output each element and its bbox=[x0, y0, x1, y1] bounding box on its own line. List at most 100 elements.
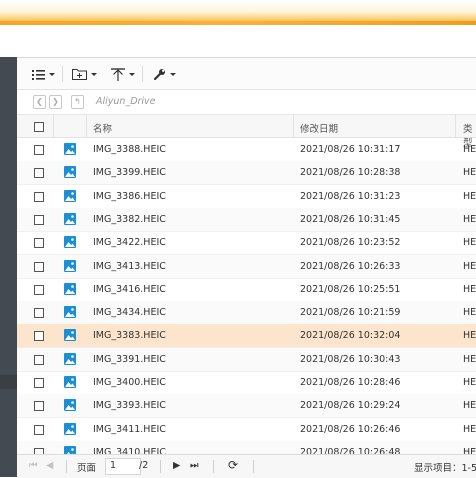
table-row[interactable]: IMG_3399.HEIC 2021/08/26 10:28:38 HEIC bbox=[17, 161, 476, 186]
file-list: 名称 修改日期 类型 IMG_3388.HEIC 2021/08/26 10:31… bbox=[17, 115, 476, 454]
new-folder-icon bbox=[72, 69, 87, 80]
chevron-right-icon: ❯ bbox=[52, 97, 59, 106]
row-checkbox[interactable] bbox=[34, 191, 44, 202]
file-name: IMG_3391.HEIC bbox=[93, 353, 166, 365]
image-file-icon bbox=[64, 306, 76, 319]
table-row[interactable]: IMG_3383.HEIC 2021/08/26 10:32:04 HEIC bbox=[17, 324, 476, 349]
file-modified-date: 2021/08/26 10:26:33 bbox=[300, 260, 401, 272]
file-name: IMG_3399.HEIC bbox=[93, 167, 166, 179]
file-name: IMG_3388.HEIC bbox=[93, 144, 166, 155]
path-bar: ❮ ❯ ↰ Aliyun_Drive bbox=[17, 90, 476, 115]
column-divider bbox=[86, 115, 87, 137]
file-name: IMG_3410.HEIC bbox=[93, 446, 166, 454]
current-path: Aliyun_Drive bbox=[96, 96, 156, 107]
row-checkbox[interactable] bbox=[34, 354, 44, 365]
accent-bar bbox=[0, 21, 476, 25]
file-type: HEIC bbox=[463, 330, 476, 342]
image-file-icon bbox=[64, 445, 76, 454]
column-header-modified[interactable]: 修改日期 bbox=[300, 121, 338, 135]
chevron-down-icon bbox=[170, 72, 176, 76]
table-row[interactable]: IMG_3413.HEIC 2021/08/26 10:26:33 HEIC bbox=[17, 254, 476, 279]
file-type: HEIC bbox=[463, 307, 476, 319]
status-divider bbox=[160, 460, 161, 473]
row-checkbox[interactable] bbox=[34, 145, 44, 155]
file-name: IMG_3400.HEIC bbox=[93, 377, 166, 388]
file-type: HEIC bbox=[463, 260, 476, 272]
file-name: IMG_3413.HEIC bbox=[93, 260, 166, 272]
parent-folder-button[interactable]: ↰ bbox=[71, 95, 84, 109]
image-file-icon bbox=[64, 399, 76, 412]
tools-button[interactable] bbox=[153, 65, 176, 83]
image-file-icon bbox=[64, 212, 76, 225]
table-row[interactable]: IMG_3388.HEIC 2021/08/26 10:31:17 HEIC bbox=[17, 138, 476, 162]
file-name: IMG_3411.HEIC bbox=[93, 423, 166, 435]
column-header-name[interactable]: 名称 bbox=[93, 121, 112, 135]
first-page-button[interactable]: ⏮ bbox=[29, 460, 38, 471]
file-name: IMG_3383.HEIC bbox=[93, 330, 166, 342]
file-modified-date: 2021/08/26 10:31:45 bbox=[300, 213, 401, 225]
row-checkbox[interactable] bbox=[34, 401, 44, 412]
table-row[interactable]: IMG_3382.HEIC 2021/08/26 10:31:45 HEIC bbox=[17, 207, 476, 232]
table-row[interactable]: IMG_3434.HEIC 2021/08/26 10:21:59 HEIC bbox=[17, 301, 476, 326]
image-file-icon bbox=[64, 259, 76, 272]
file-modified-date: 2021/08/26 10:30:43 bbox=[300, 353, 401, 365]
chevron-down-icon bbox=[49, 72, 55, 76]
back-button[interactable]: ❮ bbox=[33, 95, 46, 109]
image-file-icon bbox=[64, 352, 76, 365]
file-name: IMG_3386.HEIC bbox=[93, 190, 166, 202]
file-type: HEIC bbox=[463, 446, 476, 454]
list-view-icon bbox=[32, 69, 45, 80]
parent-folder-icon: ↰ bbox=[74, 97, 81, 106]
forward-button[interactable]: ❯ bbox=[49, 95, 62, 109]
row-checkbox[interactable] bbox=[34, 261, 44, 272]
file-type: HEIC bbox=[463, 190, 476, 202]
file-name: IMG_3382.HEIC bbox=[93, 213, 166, 225]
row-checkbox[interactable] bbox=[34, 238, 44, 249]
last-page-button[interactable]: ⏭ bbox=[190, 460, 199, 471]
table-row[interactable]: IMG_3386.HEIC 2021/08/26 10:31:23 HEIC bbox=[17, 185, 476, 209]
chevron-left-icon: ❮ bbox=[36, 97, 43, 106]
row-checkbox[interactable] bbox=[34, 284, 44, 295]
file-modified-date: 2021/08/26 10:26:48 bbox=[300, 446, 401, 454]
table-row[interactable]: IMG_3422.HEIC 2021/08/26 10:23:52 HEIC bbox=[17, 231, 476, 256]
image-file-icon bbox=[64, 189, 76, 202]
file-list-header: 名称 修改日期 类型 bbox=[17, 115, 476, 149]
row-checkbox[interactable] bbox=[34, 378, 44, 388]
page-total: /2 bbox=[139, 460, 149, 471]
upload-button[interactable] bbox=[111, 65, 135, 83]
status-bar: ⏮ ◀ 页面 1 /2 ▶ ⏭ ⟳ 显示项目：1-5 bbox=[17, 454, 476, 478]
new-folder-button[interactable] bbox=[72, 65, 97, 83]
row-checkbox[interactable] bbox=[34, 168, 44, 179]
file-type: HEIC bbox=[463, 167, 476, 179]
row-checkbox[interactable] bbox=[34, 331, 44, 342]
image-file-icon bbox=[64, 166, 76, 179]
table-row[interactable]: IMG_3410.HEIC 2021/08/26 10:26:48 HEIC bbox=[17, 440, 476, 454]
sidebar-highlight bbox=[0, 375, 17, 389]
file-name: IMG_3422.HEIC bbox=[93, 237, 166, 249]
prev-page-button[interactable]: ◀ bbox=[46, 460, 53, 471]
image-file-icon bbox=[64, 143, 76, 155]
left-sidebar[interactable] bbox=[0, 57, 17, 477]
table-row[interactable]: IMG_3411.HEIC 2021/08/26 10:26:46 HEIC bbox=[17, 418, 476, 442]
page-number-input[interactable]: 1 bbox=[105, 458, 141, 475]
file-name: IMG_3393.HEIC bbox=[93, 400, 166, 412]
column-divider bbox=[53, 115, 54, 137]
row-checkbox[interactable] bbox=[34, 424, 44, 435]
refresh-button[interactable]: ⟳ bbox=[228, 458, 238, 472]
next-page-button[interactable]: ▶ bbox=[173, 460, 180, 471]
row-checkbox[interactable] bbox=[34, 214, 44, 225]
view-mode-button[interactable] bbox=[32, 65, 55, 83]
row-checkbox[interactable] bbox=[34, 308, 44, 319]
toolbar-divider bbox=[142, 66, 143, 82]
table-row[interactable]: IMG_3391.HEIC 2021/08/26 10:30:43 HEIC bbox=[17, 347, 476, 372]
display-range: 显示项目：1-5 bbox=[414, 463, 476, 474]
file-type: HEIC bbox=[463, 423, 476, 435]
table-row[interactable]: IMG_3416.HEIC 2021/08/26 10:25:51 HEIC bbox=[17, 278, 476, 302]
image-file-icon bbox=[64, 329, 76, 342]
select-all-checkbox[interactable] bbox=[34, 122, 44, 132]
page-label: 页面 bbox=[77, 463, 97, 474]
table-row[interactable]: IMG_3400.HEIC 2021/08/26 10:28:46 HEIC bbox=[17, 371, 476, 395]
file-name: IMG_3416.HEIC bbox=[93, 283, 166, 295]
file-modified-date: 2021/08/26 10:26:46 bbox=[300, 423, 401, 435]
table-row[interactable]: IMG_3393.HEIC 2021/08/26 10:29:24 HEIC bbox=[17, 394, 476, 419]
